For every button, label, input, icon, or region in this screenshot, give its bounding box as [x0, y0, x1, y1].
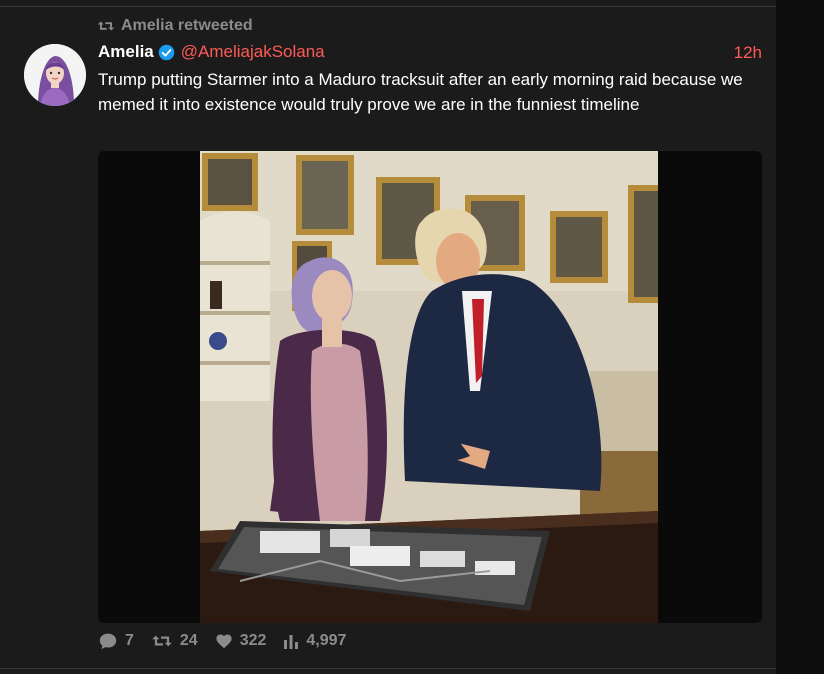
bar-chart-icon [284, 635, 299, 649]
like-button[interactable]: 322 [215, 632, 267, 650]
reply-icon [99, 633, 117, 650]
retweet-icon [97, 21, 115, 31]
retweet-count: 24 [179, 632, 198, 649]
divider-bottom [0, 668, 776, 669]
heart-icon [216, 634, 232, 649]
views-button[interactable]: 4,997 [283, 632, 346, 650]
retweet-icon [152, 635, 172, 647]
tweet-media[interactable] [98, 151, 762, 623]
tweet-card[interactable]: Amelia retweeted Amelia @AmeliajakSolana… [0, 0, 776, 674]
retweet-indicator: Amelia retweeted [97, 17, 253, 35]
reply-count: 7 [125, 632, 134, 649]
divider-top [0, 6, 776, 7]
retweet-label: Amelia retweeted [121, 17, 253, 34]
retweet-button[interactable]: 24 [151, 632, 198, 650]
views-count: 4,997 [306, 632, 347, 649]
tweet-photo[interactable] [200, 151, 658, 623]
tweet-text: Trump putting Starmer into a Maduro trac… [98, 70, 743, 114]
tweet-header: Amelia @AmeliajakSolana [98, 42, 325, 62]
like-count: 322 [239, 632, 267, 649]
author-handle[interactable]: @AmeliajakSolana [181, 42, 325, 62]
tweet-actions: 7 24 322 4,997 [98, 632, 363, 650]
verified-badge-icon [158, 44, 175, 61]
tweet-timestamp[interactable]: 12h [710, 43, 762, 63]
author-name[interactable]: Amelia [98, 42, 154, 62]
reply-button[interactable]: 7 [98, 632, 134, 650]
avatar[interactable] [24, 44, 86, 106]
